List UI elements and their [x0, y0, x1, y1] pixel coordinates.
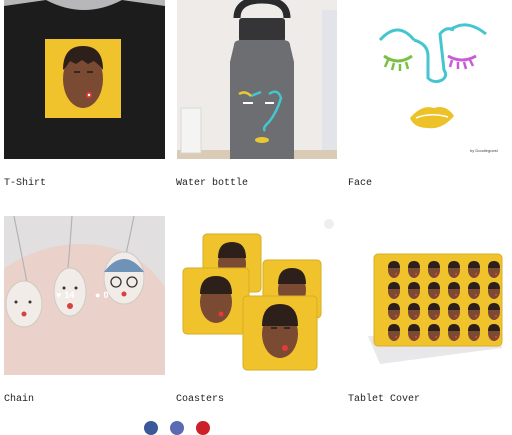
product-label-chain[interactable]: Chain: [4, 394, 34, 406]
likes-count[interactable]: ♥ 14: [56, 290, 74, 300]
likes-count-value: 14: [64, 290, 75, 300]
twitter-icon[interactable]: [170, 421, 184, 435]
product-label-face[interactable]: Face: [348, 178, 372, 190]
product-label-coasters[interactable]: Coasters: [176, 394, 224, 406]
product-tile-tablet-cover[interactable]: [350, 216, 512, 375]
product-tile-tshirt[interactable]: [4, 0, 165, 159]
product-label-water-bottle[interactable]: Water bottle: [176, 178, 248, 190]
comments-count-value: 0: [103, 290, 109, 300]
product-tile-chain[interactable]: ♥ 14 ● 0: [4, 216, 165, 375]
water-bottle-image: [177, 0, 337, 159]
tshirt-image: [4, 0, 165, 159]
comments-count[interactable]: ● 0: [95, 290, 108, 300]
product-tile-face[interactable]: by Doodleguest: [350, 0, 512, 159]
tablet-cover-image: [368, 253, 503, 364]
face-image: [378, 23, 487, 129]
product-tile-coasters[interactable]: [177, 216, 337, 375]
product-label-tshirt[interactable]: T-Shirt: [4, 178, 46, 190]
heart-icon: ♥: [56, 290, 62, 300]
comment-icon: ●: [95, 290, 101, 300]
product-label-tablet-cover[interactable]: Tablet Cover: [348, 394, 420, 406]
coasters-image: [182, 219, 334, 371]
facebook-icon[interactable]: [144, 421, 158, 435]
face-signature: by Doodleguest: [470, 148, 498, 153]
chain-image: [4, 216, 165, 375]
product-tile-water-bottle[interactable]: [177, 0, 337, 159]
pinterest-icon[interactable]: [196, 421, 210, 435]
